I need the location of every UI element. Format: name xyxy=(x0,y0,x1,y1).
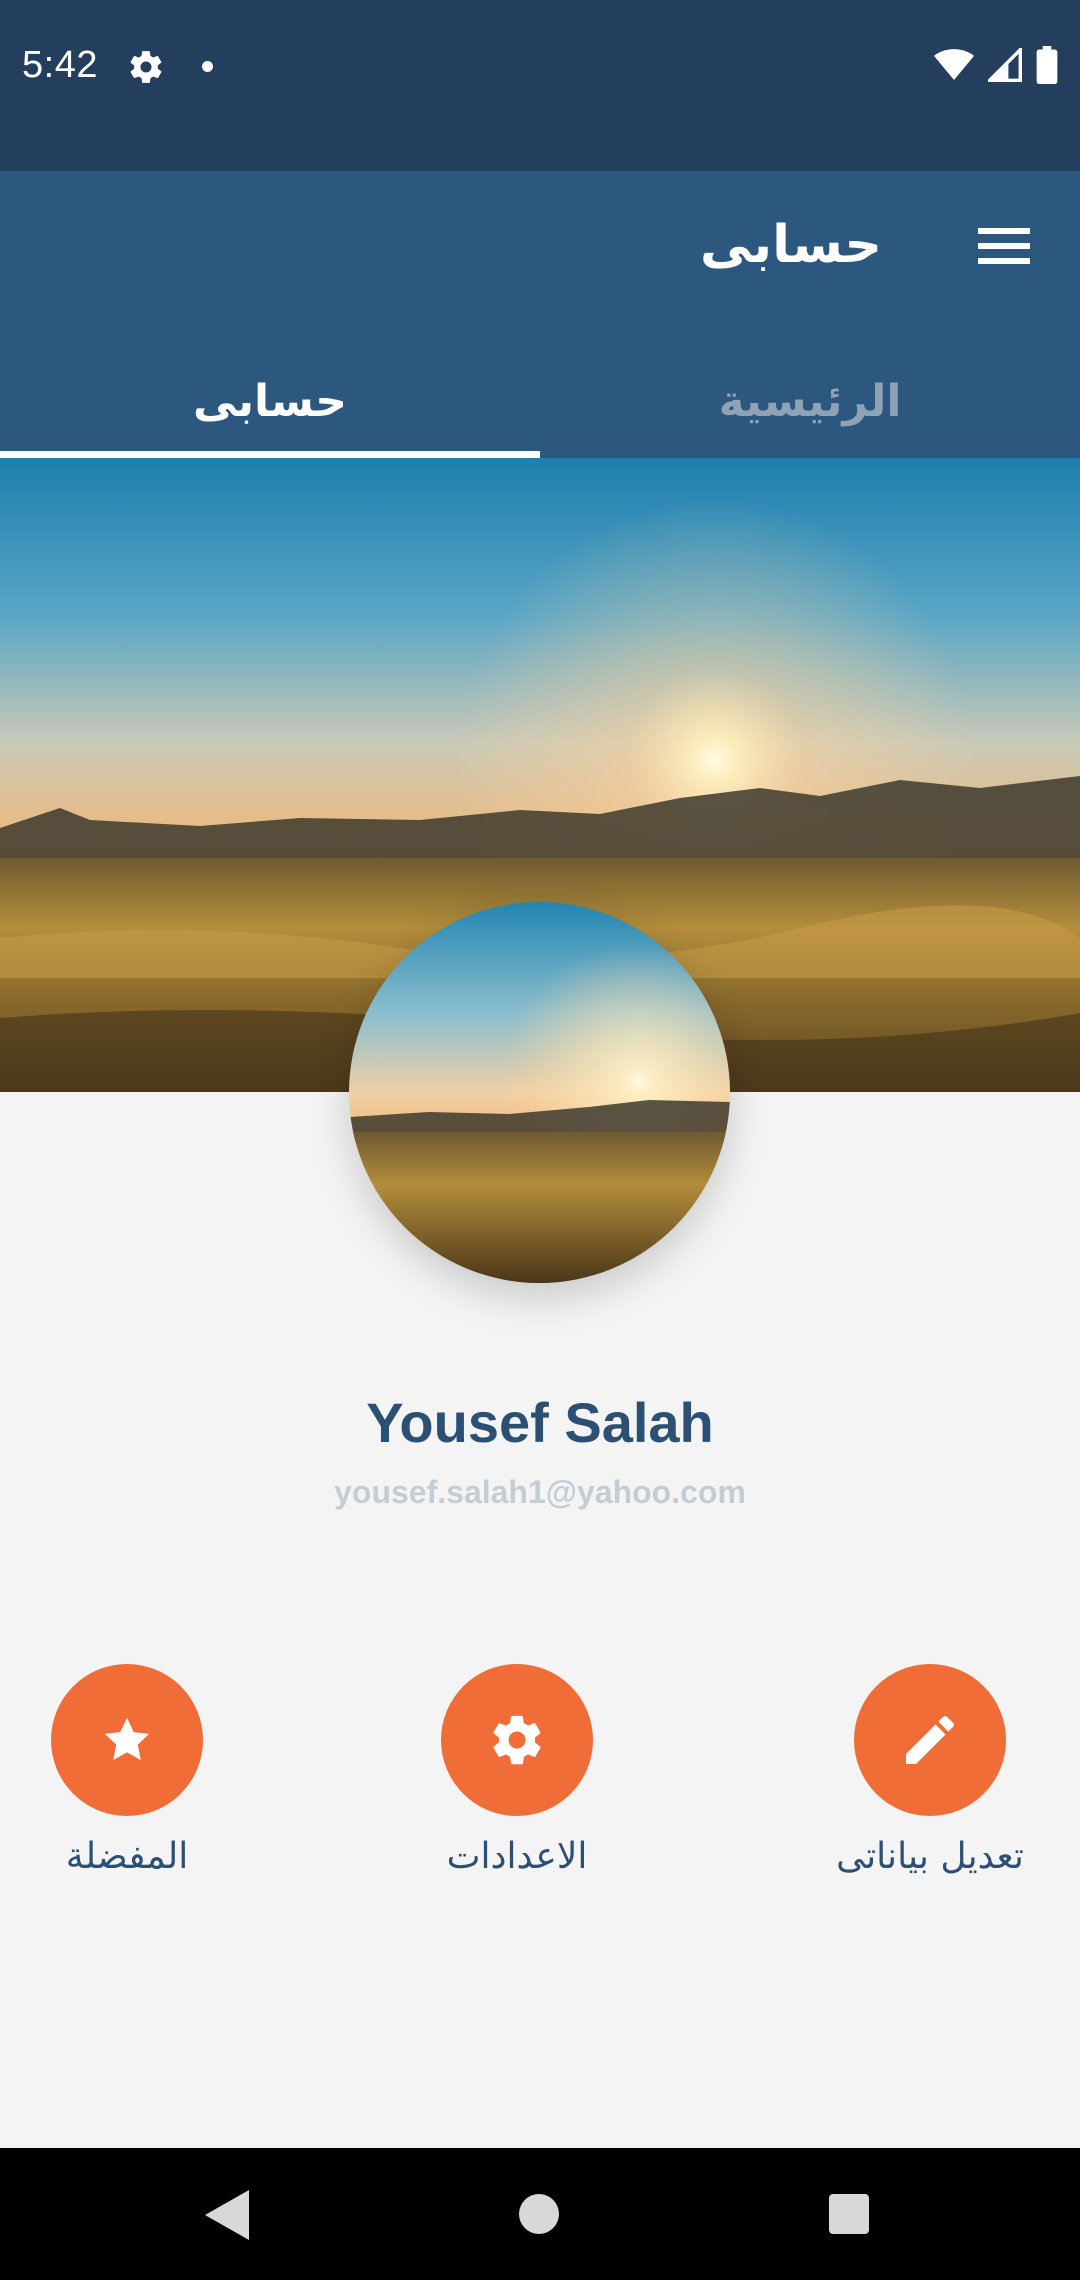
battery-icon xyxy=(1036,46,1058,84)
status-time: 5:42 xyxy=(22,44,98,86)
profile-email: yousef.salah1@yahoo.com xyxy=(334,1474,746,1510)
edit-profile-label: تعديل بياناتى xyxy=(836,1836,1024,1877)
status-bar: 5:42 xyxy=(0,0,1080,171)
favorites-label: المفضلة xyxy=(65,1836,189,1877)
recent-apps-icon[interactable] xyxy=(829,2194,869,2234)
notification-dot-icon xyxy=(202,61,213,72)
tab-account-label: حسابى xyxy=(192,376,348,427)
hamburger-menu-icon[interactable] xyxy=(978,226,1030,266)
status-icons xyxy=(934,46,1058,84)
favorites-button[interactable]: المفضلة xyxy=(0,1664,277,1877)
settings-button[interactable]: الاعدادات xyxy=(367,1664,667,1877)
pencil-icon xyxy=(906,1715,955,1764)
cell-signal-icon xyxy=(988,48,1022,82)
settings-label: الاعدادات xyxy=(446,1836,588,1877)
profile-name: Yousef Salah xyxy=(366,1391,714,1454)
navigation-bar xyxy=(0,2148,1080,2280)
avatar[interactable] xyxy=(349,902,730,1283)
gear-icon xyxy=(493,1715,541,1765)
back-icon[interactable] xyxy=(205,2190,249,2240)
edit-profile-circle[interactable] xyxy=(854,1664,1006,1816)
settings-icon xyxy=(130,51,162,83)
star-icon xyxy=(104,1717,150,1761)
tab-home-label: الرئيسية xyxy=(718,376,902,427)
settings-circle[interactable] xyxy=(441,1664,593,1816)
wifi-icon xyxy=(934,49,974,80)
tab-home[interactable]: الرئيسية xyxy=(540,346,1080,458)
tab-indicator xyxy=(0,451,540,458)
edit-profile-button[interactable]: تعديل بياناتى xyxy=(780,1664,1080,1877)
page-title: حسابى xyxy=(699,215,882,275)
home-icon[interactable] xyxy=(519,2194,559,2234)
tab-account[interactable]: حسابى xyxy=(0,346,540,458)
favorites-circle[interactable] xyxy=(51,1664,203,1816)
app-bar: حسابى الرئيسية حسابى xyxy=(0,171,1080,458)
